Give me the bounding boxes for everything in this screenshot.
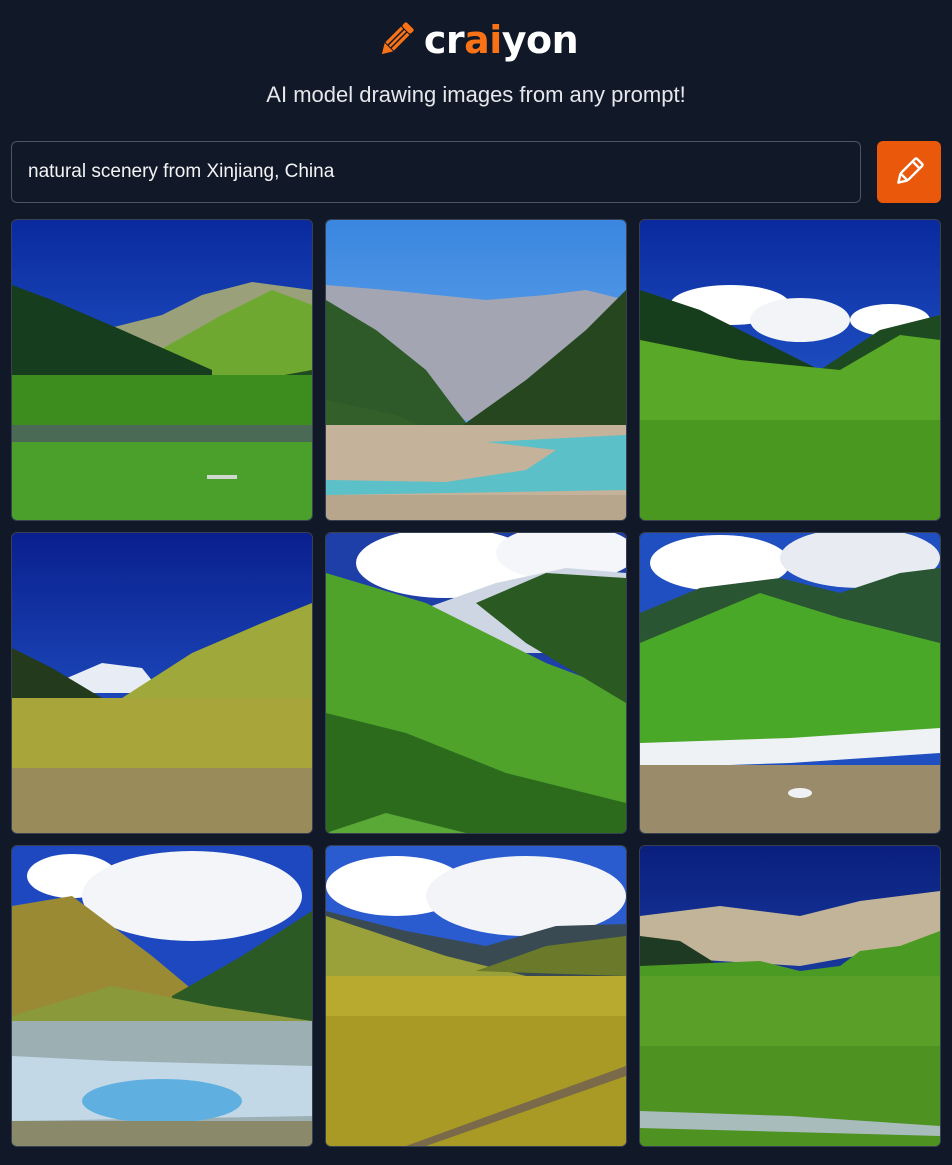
landscape-image [326,533,626,833]
craiyon-page: craiyon AI model drawing images from any… [0,0,952,1165]
landscape-image [12,533,312,833]
result-image-5[interactable] [325,532,627,834]
pencil-icon [381,22,414,55]
results-grid [11,219,941,1147]
result-image-6[interactable] [639,532,941,834]
logo-text-part-3: yon [501,18,579,62]
logo-text: craiyon [423,18,579,62]
result-image-1[interactable] [11,219,313,521]
landscape-image [640,533,940,833]
result-image-7[interactable] [11,845,313,1147]
draw-button[interactable] [877,141,941,203]
pencil-icon [897,157,924,184]
logo-text-accent: ai [464,18,502,62]
prompt-input[interactable] [11,141,861,203]
landscape-image [326,220,626,520]
result-image-4[interactable] [11,532,313,834]
landscape-image [640,220,940,520]
landscape-image [326,846,626,1146]
result-image-9[interactable] [639,845,941,1147]
landscape-image [12,220,312,520]
landscape-image [12,846,312,1146]
result-image-2[interactable] [325,219,627,521]
result-image-3[interactable] [639,219,941,521]
tagline: AI model drawing images from any prompt! [266,82,686,107]
landscape-image [640,846,940,1146]
craiyon-logo[interactable]: craiyon [0,12,952,68]
result-image-8[interactable] [325,845,627,1147]
logo-text-part-1: cr [423,18,465,62]
